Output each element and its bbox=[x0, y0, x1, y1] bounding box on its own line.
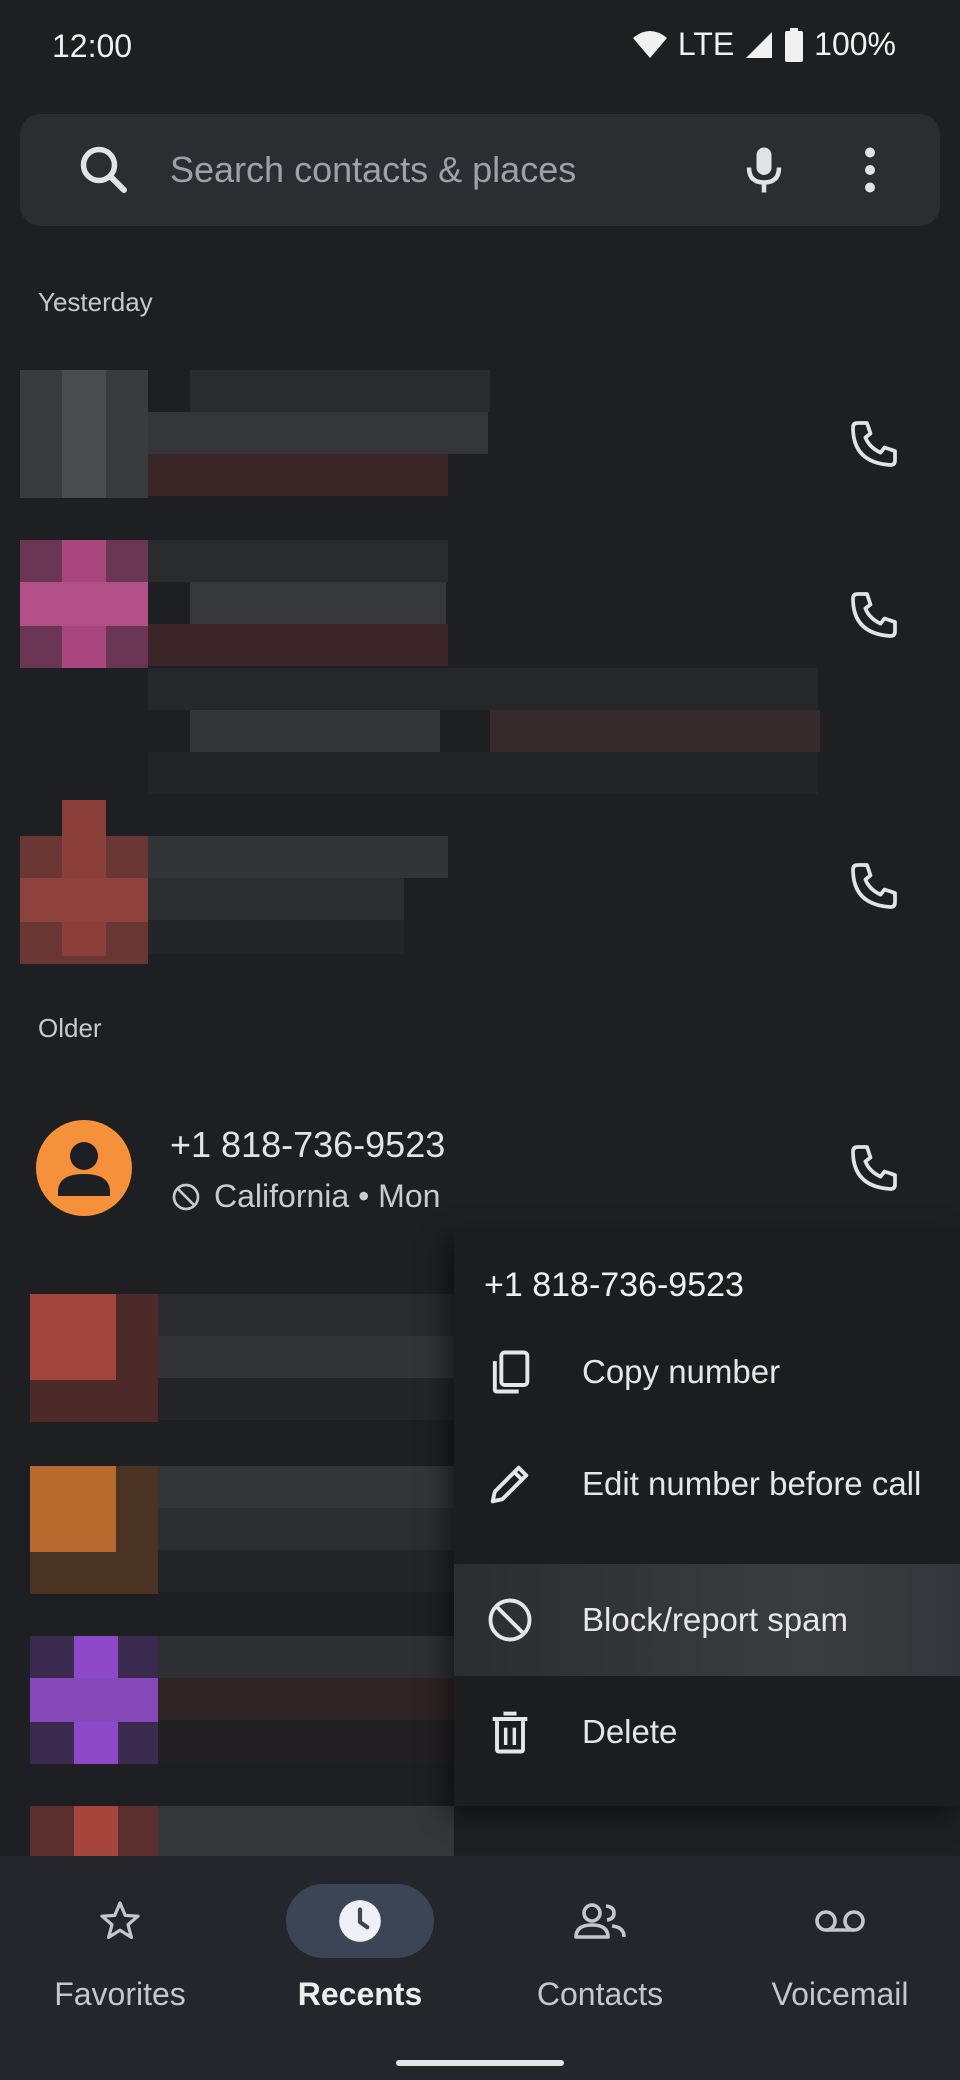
search-icon[interactable] bbox=[74, 140, 134, 200]
nav-favorites[interactable]: Favorites bbox=[0, 1884, 240, 2013]
nav-recents[interactable]: Recents bbox=[240, 1884, 480, 2013]
phone-icon[interactable] bbox=[846, 858, 902, 914]
blocked-icon bbox=[172, 1183, 200, 1210]
nav-label: Voicemail bbox=[771, 1976, 909, 2012]
call-location: California • Mon bbox=[214, 1178, 441, 1214]
call-details: California • Mon bbox=[170, 1178, 458, 1215]
nav-label: Favorites bbox=[54, 1976, 186, 2012]
nav-label: Recents bbox=[297, 1976, 423, 2012]
block-icon bbox=[488, 1598, 532, 1642]
section-header-yesterday: Yesterday bbox=[38, 287, 153, 317]
contact-avatar[interactable] bbox=[36, 1120, 132, 1216]
context-menu: +1 818-736-9523 Copy number Edit number … bbox=[454, 1232, 960, 1806]
microphone-icon[interactable] bbox=[734, 140, 794, 200]
nav-voicemail[interactable]: Voicemail bbox=[720, 1884, 960, 2013]
phone-icon[interactable] bbox=[846, 1140, 902, 1196]
menu-item-label: Delete bbox=[582, 1713, 678, 1750]
call-number: +1 818-736-9523 bbox=[170, 1124, 446, 1165]
search-bar[interactable]: Search contacts & places bbox=[20, 114, 940, 226]
network-type: LTE bbox=[677, 26, 735, 62]
more-options-icon[interactable] bbox=[850, 140, 890, 200]
wifi-icon bbox=[632, 30, 667, 58]
voicemail-icon bbox=[815, 1910, 865, 1932]
menu-item-label: Edit number before call bbox=[582, 1465, 922, 1502]
search-input[interactable]: Search contacts & places bbox=[170, 149, 734, 191]
menu-item-block-report-spam[interactable]: Block/report spam bbox=[454, 1564, 960, 1676]
menu-item-label: Copy number bbox=[582, 1353, 781, 1390]
people-icon bbox=[574, 1903, 626, 1939]
status-icons: LTE 100% bbox=[632, 26, 896, 63]
trash-icon bbox=[492, 1711, 528, 1754]
home-indicator[interactable] bbox=[396, 2060, 564, 2066]
signal-icon bbox=[746, 31, 773, 58]
battery-level: 100% bbox=[814, 26, 896, 62]
bottom-navigation: Favorites Recents Contacts Voicemail bbox=[0, 1856, 960, 2080]
battery-icon bbox=[785, 27, 804, 62]
section-header-older: Older bbox=[38, 1013, 102, 1043]
person-icon bbox=[58, 1142, 110, 1196]
copy-icon bbox=[492, 1350, 530, 1394]
star-icon bbox=[100, 1901, 140, 1939]
phone-icon[interactable] bbox=[846, 587, 902, 643]
nav-label: Contacts bbox=[536, 1976, 664, 2012]
phone-icon[interactable] bbox=[846, 416, 902, 472]
nav-contacts[interactable]: Contacts bbox=[480, 1884, 720, 2013]
pencil-icon bbox=[490, 1465, 529, 1504]
menu-item-copy-number[interactable]: Copy number bbox=[454, 1316, 960, 1428]
clock-icon bbox=[339, 1900, 381, 1942]
menu-item-edit-number[interactable]: Edit number before call bbox=[454, 1428, 960, 1540]
status-time: 12:00 bbox=[52, 28, 133, 64]
menu-item-label: Block/report spam bbox=[582, 1601, 848, 1638]
menu-title: +1 818-736-9523 bbox=[484, 1266, 744, 1304]
menu-item-delete[interactable]: Delete bbox=[454, 1676, 960, 1788]
